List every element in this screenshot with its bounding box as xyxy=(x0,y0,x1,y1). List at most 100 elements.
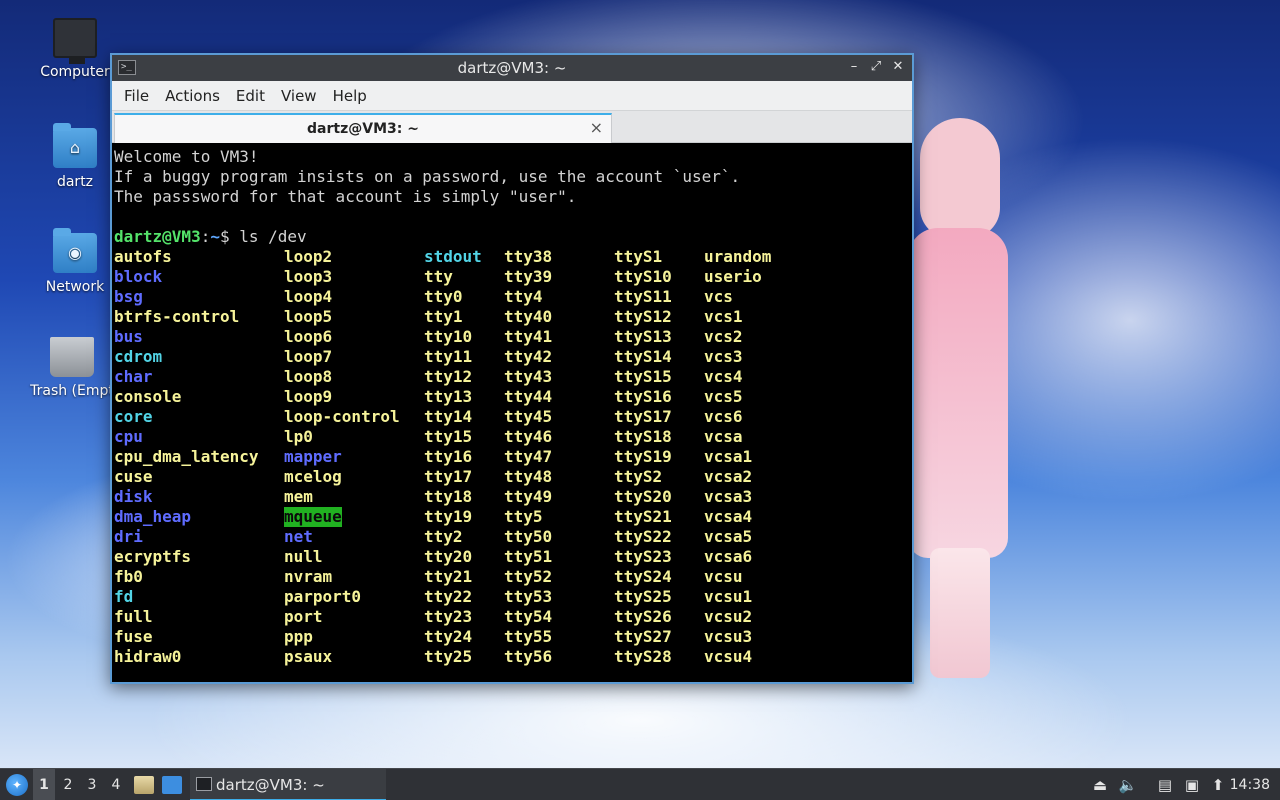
dev-entry: mem xyxy=(284,487,313,506)
dev-entry: ttyS27 xyxy=(614,627,672,646)
dev-entry: tty21 xyxy=(424,567,473,586)
desktop-icon-home[interactable]: ⌂ dartz xyxy=(27,123,123,190)
show-desktop-icon[interactable] xyxy=(162,776,182,794)
dev-entry: tty44 xyxy=(504,387,553,406)
menu-view[interactable]: View xyxy=(273,87,325,105)
dev-entry: tty55 xyxy=(504,627,553,646)
storage-icon[interactable]: ⏏ xyxy=(1090,775,1110,795)
dev-entry: loop7 xyxy=(284,347,333,366)
desktop-switch-1[interactable]: 1 xyxy=(33,769,55,800)
dev-entry: tty42 xyxy=(504,347,553,366)
dev-entry: core xyxy=(114,407,153,426)
motd-line: The passsword for that account is simply… xyxy=(114,187,577,206)
update-icon[interactable]: ⬆ xyxy=(1208,775,1228,795)
dev-entry: vcsu4 xyxy=(704,647,753,666)
tab-terminal[interactable]: dartz@VM3: ~ × xyxy=(114,113,612,143)
menu-help[interactable]: Help xyxy=(325,87,375,105)
dev-entry: loop6 xyxy=(284,327,333,346)
dev-entry: tty43 xyxy=(504,367,553,386)
desktop-icon-label: Network xyxy=(45,279,105,295)
dev-entry: net xyxy=(284,527,313,546)
clipboard-icon[interactable]: ▤ xyxy=(1155,775,1175,795)
dev-entry: tty20 xyxy=(424,547,473,566)
desktop-switch-4[interactable]: 4 xyxy=(105,769,127,800)
dev-entry: tty5 xyxy=(504,507,543,526)
desktop-icon-computer[interactable]: Computer xyxy=(27,18,123,80)
dev-entry: tty40 xyxy=(504,307,553,326)
dev-entry: ttyS25 xyxy=(614,587,672,606)
terminal-output[interactable]: Welcome to VM3! If a buggy program insis… xyxy=(114,147,912,682)
dev-entry: dma_heap xyxy=(114,507,192,526)
dev-entry: ttyS28 xyxy=(614,647,672,666)
dev-entry: mapper xyxy=(284,447,342,466)
dev-entry: full xyxy=(114,607,153,626)
network-icon[interactable]: ▣ xyxy=(1182,775,1202,795)
dev-entry: vcs2 xyxy=(704,327,743,346)
wallpaper-legs xyxy=(930,548,990,678)
dev-entry: mcelog xyxy=(284,467,342,486)
minimize-button[interactable]: – xyxy=(846,58,862,76)
desktop-icon-trash[interactable]: Trash (Empt xyxy=(22,337,122,399)
dev-entry: loop9 xyxy=(284,387,333,406)
tab-close-button[interactable]: × xyxy=(590,118,603,137)
window-titlebar[interactable]: >_ dartz@VM3: ~ – ⤢ ✕ xyxy=(112,55,912,81)
dev-entry: tty17 xyxy=(424,467,473,486)
dev-entry: disk xyxy=(114,487,153,506)
taskbar-task-terminal[interactable]: dartz@VM3: ~ xyxy=(190,769,386,800)
start-menu-icon[interactable]: ✦ xyxy=(6,774,28,796)
dev-entry: fb0 xyxy=(114,567,143,586)
dev-entry: ttyS14 xyxy=(614,347,672,366)
dev-entry: tty2 xyxy=(424,527,463,546)
dev-entry: tty53 xyxy=(504,587,553,606)
menu-file[interactable]: File xyxy=(116,87,157,105)
dev-entry: tty54 xyxy=(504,607,553,626)
menu-bar: File Actions Edit View Help xyxy=(112,81,912,111)
dev-entry: vcsu2 xyxy=(704,607,753,626)
menu-edit[interactable]: Edit xyxy=(228,87,273,105)
dev-entry: ttyS20 xyxy=(614,487,672,506)
dev-entry: ttyS12 xyxy=(614,307,672,326)
dev-entry: ttyS13 xyxy=(614,327,672,346)
dev-entry: loop-control xyxy=(284,407,400,426)
dev-entry: vcsa2 xyxy=(704,467,753,486)
dev-entry: loop4 xyxy=(284,287,333,306)
dev-entry: vcsu xyxy=(704,567,743,586)
dev-entry: vcsu1 xyxy=(704,587,753,606)
dev-entry: ttyS10 xyxy=(614,267,672,286)
dev-entry: tty23 xyxy=(424,607,473,626)
motd-line: Welcome to VM3! xyxy=(114,147,259,166)
prompt-path: ~ xyxy=(210,227,220,246)
ls-output-grid: autofs block bsg btrfs-control bus cdrom char c… xyxy=(114,247,912,667)
terminal-window[interactable]: >_ dartz@VM3: ~ – ⤢ ✕ File Actions Edit … xyxy=(110,53,914,684)
menu-actions[interactable]: Actions xyxy=(157,87,228,105)
dev-entry: tty14 xyxy=(424,407,473,426)
desktop-icon-label: dartz xyxy=(56,174,94,190)
dev-entry: loop2 xyxy=(284,247,333,266)
prompt-command: ls /dev xyxy=(239,227,307,246)
dev-entry: cpu_dma_latency xyxy=(114,447,259,466)
dev-entry: tty50 xyxy=(504,527,553,546)
dev-entry: lp0 xyxy=(284,427,313,446)
maximize-button[interactable]: ⤢ xyxy=(868,58,884,76)
dev-entry: ttyS11 xyxy=(614,287,672,306)
clock[interactable]: 14:38 xyxy=(1230,769,1270,800)
volume-icon[interactable]: 🔈 xyxy=(1118,775,1138,795)
file-manager-icon[interactable] xyxy=(134,776,154,794)
dev-entry: ttyS23 xyxy=(614,547,672,566)
dev-entry: cpu xyxy=(114,427,143,446)
dev-entry: ttyS18 xyxy=(614,427,672,446)
dev-entry: tty16 xyxy=(424,447,473,466)
dev-entry: vcsa6 xyxy=(704,547,753,566)
dev-entry: loop8 xyxy=(284,367,333,386)
dev-entry: tty10 xyxy=(424,327,473,346)
desktop-switch-3[interactable]: 3 xyxy=(81,769,103,800)
dev-entry: cuse xyxy=(114,467,153,486)
prompt-line: dartz@VM3:~$ ls /dev xyxy=(114,227,912,247)
desktop-icon-network[interactable]: ◉ Network xyxy=(27,228,123,295)
dev-entry: vcs1 xyxy=(704,307,743,326)
dev-entry: ttyS26 xyxy=(614,607,672,626)
desktop-switch-2[interactable]: 2 xyxy=(57,769,79,800)
dev-entry: ppp xyxy=(284,627,313,646)
close-button[interactable]: ✕ xyxy=(890,58,906,76)
